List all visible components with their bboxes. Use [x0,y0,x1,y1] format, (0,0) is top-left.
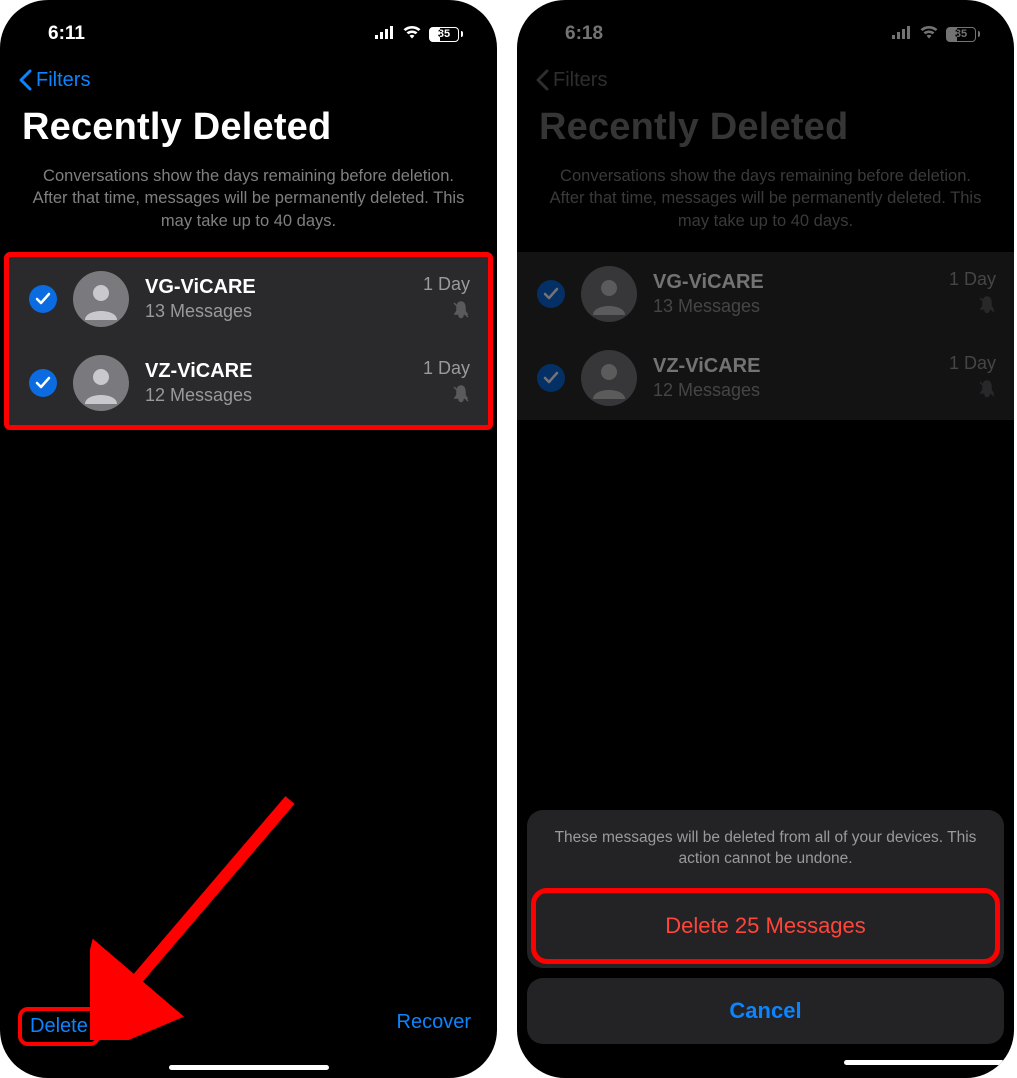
avatar-icon [581,350,637,406]
conversation-sub: 13 Messages [653,296,933,317]
home-indicator[interactable] [169,1065,329,1070]
wifi-icon [402,23,422,45]
selection-check-icon [537,280,565,308]
conversation-sub: 12 Messages [653,380,933,401]
conversation-sub: 13 Messages [145,301,407,322]
action-sheet: These messages will be deleted from all … [527,810,1004,1070]
avatar-icon [73,271,129,327]
back-chevron-icon [535,68,549,92]
action-sheet-message: These messages will be deleted from all … [527,810,1004,888]
page-subtitle: Conversations show the days remaining be… [0,159,497,252]
wifi-icon [919,23,939,45]
cancel-button[interactable]: Cancel [527,978,1004,1044]
mute-icon [452,385,470,408]
conversation-row[interactable]: VZ-ViCARE 12 Messages 1 Day [9,341,488,425]
status-right: 35 [375,23,463,45]
nav-bar: Filters [0,54,497,100]
conversation-name: VZ-ViCARE [145,360,407,383]
conversation-list: VG-ViCARE 13 Messages 1 Day [4,252,493,430]
phone-left: 6:11 35 Filters Recently Deleted Co [0,0,497,1078]
conversation-right: 1 Day [949,353,996,403]
mute-icon [978,296,996,319]
back-button: Filters [553,69,607,92]
conversation-row: VG-ViCARE 13 Messages 1 Day [517,252,1014,336]
page-title: Recently Deleted [0,100,497,159]
conversation-list: VG-ViCARE 13 Messages 1 Day [517,252,1014,420]
conversation-right: 1 Day [949,269,996,319]
home-indicator[interactable] [844,1060,1004,1065]
conversation-text: VZ-ViCARE 12 Messages [653,355,933,401]
conversation-right: 1 Day [423,358,470,408]
selection-check-icon[interactable] [29,285,57,313]
cellular-icon [375,23,395,45]
conversation-name: VG-ViCARE [145,276,407,299]
days-remaining: 1 Day [423,274,470,295]
conversation-name: VZ-ViCARE [653,355,933,378]
page-subtitle: Conversations show the days remaining be… [517,159,1014,252]
content-area: 6:11 35 Filters Recently Deleted Co [0,0,497,430]
avatar-icon [73,355,129,411]
mute-icon [978,380,996,403]
delete-messages-button[interactable]: Delete 25 Messages [531,888,1000,964]
conversation-text: VG-ViCARE 13 Messages [653,271,933,317]
days-remaining: 1 Day [949,353,996,374]
conversation-text: VZ-ViCARE 12 Messages [145,360,407,406]
battery-icon: 35 [946,27,980,42]
conversation-row[interactable]: VG-ViCARE 13 Messages 1 Day [9,257,488,341]
mute-icon [452,301,470,324]
page-title: Recently Deleted [517,100,1014,159]
status-bar: 6:11 35 [0,0,497,54]
action-sheet-group: These messages will be deleted from all … [527,810,1004,968]
back-chevron-icon[interactable] [18,68,32,92]
delete-button[interactable]: Delete [18,1007,100,1046]
status-time: 6:11 [48,23,85,45]
conversation-right: 1 Day [423,274,470,324]
phone-right: 6:18 35 Filters Recently Deleted Co [517,0,1014,1078]
status-bar: 6:18 35 [517,0,1014,54]
conversation-text: VG-ViCARE 13 Messages [145,276,407,322]
content-area: 6:18 35 Filters Recently Deleted Co [517,0,1014,420]
status-time: 6:18 [565,23,603,45]
nav-bar: Filters [517,54,1014,100]
selection-check-icon [537,364,565,392]
conversation-row: VZ-ViCARE 12 Messages 1 Day [517,336,1014,420]
avatar-icon [581,266,637,322]
cellular-icon [892,23,912,45]
battery-icon: 35 [429,27,463,42]
back-button[interactable]: Filters [36,69,90,92]
recover-button[interactable]: Recover [397,1011,471,1042]
days-remaining: 1 Day [423,358,470,379]
status-right: 35 [892,23,980,45]
selection-check-icon[interactable] [29,369,57,397]
bottom-toolbar: Delete Recover [0,1001,497,1058]
days-remaining: 1 Day [949,269,996,290]
conversation-name: VG-ViCARE [653,271,933,294]
conversation-sub: 12 Messages [145,385,407,406]
